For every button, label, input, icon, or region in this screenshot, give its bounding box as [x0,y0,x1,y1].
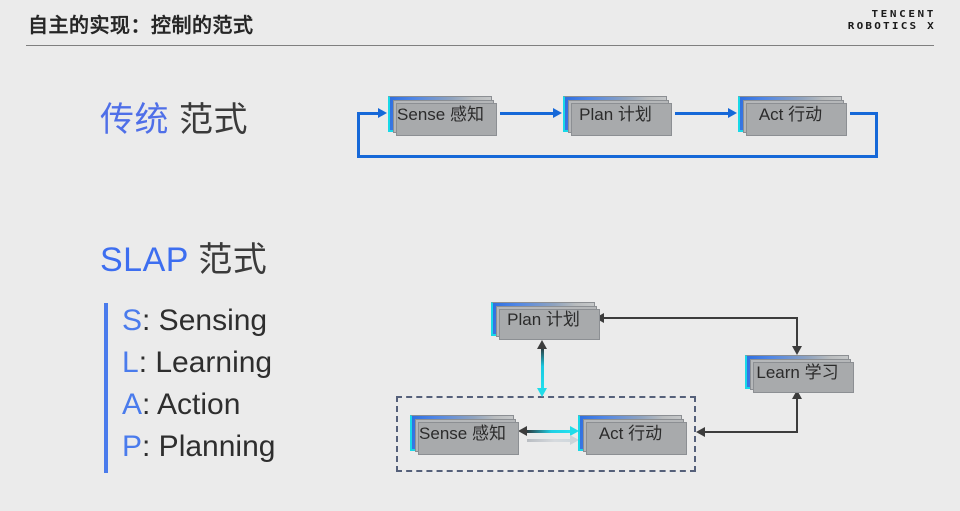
list-item: P: Planning [122,426,275,468]
connector-sense-to-plan [500,112,555,115]
heading-slap-accent: SLAP [100,241,189,279]
box-act-slap[interactable]: Act 行动 [578,415,687,455]
box-plan-slap[interactable]: Plan 计划 [491,302,600,340]
connector-sense-act-horizontal [525,430,573,433]
heading-traditional-rest: 范式 [169,101,248,139]
arrowhead-down-to-learn [792,346,802,355]
heading-traditional-accent: 传统 [100,101,169,139]
box-sense-slap[interactable]: Sense 感知 [410,415,519,455]
accent-bar [104,303,108,473]
list-item: L: Learning [122,342,275,384]
header-divider [26,45,934,46]
connector-down-to-learn-vertical [796,317,798,348]
slap-key: L [122,346,139,379]
feedback-seg-left-up [357,112,360,158]
arrowhead-left-to-sense [518,426,527,436]
feedback-seg-act-right [850,112,878,115]
box-label: Plan 计划 [579,105,652,124]
arrowhead-down-to-group [537,388,547,397]
brand-line-1: TENCENT [871,8,936,20]
connector-learn-to-group-horizontal [703,431,798,433]
feedback-seg-right-down [875,112,878,158]
box-label: Learn 学习 [756,363,839,382]
slap-key: S [122,304,143,337]
box-act-traditional[interactable]: Act 行动 [738,96,847,136]
box-label: Plan 计划 [507,310,580,329]
connector-sense-act-ghost [527,439,573,442]
slap-text: : Action [142,388,241,421]
heading-traditional-paradigm: 传统 范式 [100,92,248,141]
connector-group-to-learn-vertical [796,397,798,432]
box-sense-traditional[interactable]: Sense 感知 [388,96,497,136]
slap-text: : Learning [138,346,273,379]
slap-text: : Sensing [142,304,268,337]
connector-plan-group-vertical [541,347,544,390]
slap-key: A [122,388,143,421]
box-label: Sense 感知 [419,424,506,443]
arrowhead-plan-to-act [728,108,737,118]
connector-learn-to-plan-horizontal [602,317,798,319]
connector-plan-to-act [675,112,730,115]
heading-slap-paradigm: SLAP 范式 [100,232,267,281]
arrowhead-feedback-to-sense [378,108,387,118]
list-item: S: Sensing [122,300,275,342]
box-label: Sense 感知 [397,105,484,124]
feedback-seg-bottom [357,155,878,158]
slap-text: : Planning [142,430,276,463]
page-title: 自主的实现：控制的范式 [28,15,254,37]
slide-canvas: 自主的实现：控制的范式 TENCENT ROBOTICS X 传统 范式 Sen… [0,0,960,511]
arrowhead-sense-to-plan [553,108,562,118]
slap-key: P [122,430,143,463]
brand-line-2: ROBOTICS X [847,20,936,32]
tencent-robotics-logo: TENCENT ROBOTICS X [848,8,936,32]
list-item: A: Action [122,384,275,426]
arrowhead-up-to-plan [537,340,547,349]
box-plan-traditional[interactable]: Plan 计划 [563,96,672,136]
heading-slap-rest: 范式 [188,241,268,279]
slap-definition-list: S: Sensing L: Learning A: Action P: Plan… [104,300,275,473]
box-label: Act 行动 [758,105,823,124]
box-label: Act 行动 [598,424,663,443]
arrowhead-left-to-group [696,427,705,437]
slap-items: S: Sensing L: Learning A: Action P: Plan… [104,300,275,468]
box-learn-slap[interactable]: Learn 学习 [745,355,854,393]
